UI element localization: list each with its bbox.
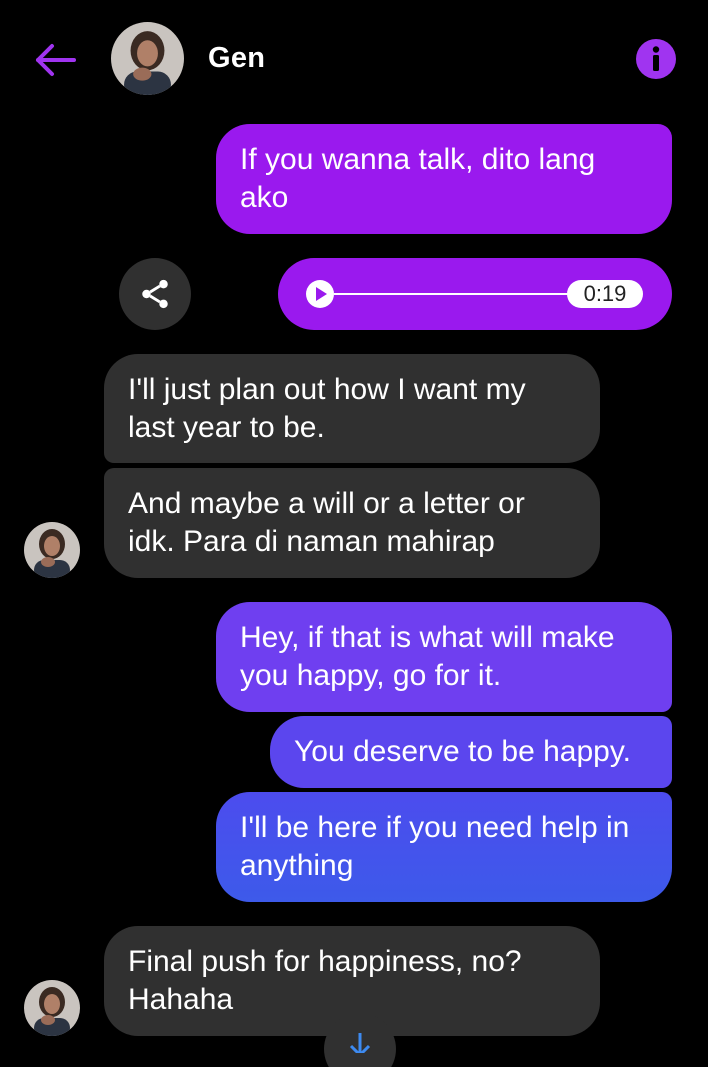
arrow-down-icon xyxy=(349,1033,371,1053)
contact-avatar[interactable] xyxy=(111,22,184,95)
message-text: And maybe a will or a letter or idk. Par… xyxy=(128,487,525,558)
outgoing-message[interactable]: I'll be here if you need help in anythin… xyxy=(216,792,672,902)
chat-header: Gen xyxy=(0,0,708,118)
voice-message[interactable]: 0:19 xyxy=(278,258,672,330)
chat-screen: If you wanna talk, dito lang ako 0:19 I'… xyxy=(0,0,708,1067)
outgoing-message[interactable]: Hey, if that is what will make you happy… xyxy=(216,602,672,712)
incoming-message[interactable]: And maybe a will or a letter or idk. Par… xyxy=(104,468,600,578)
avatar-image xyxy=(111,22,184,95)
message-text: I'll just plan out how I want my last ye… xyxy=(128,372,526,444)
outgoing-message[interactable]: If you wanna talk, dito lang ako xyxy=(216,124,672,234)
contact-name[interactable]: Gen xyxy=(208,42,265,75)
voice-duration: 0:19 xyxy=(567,280,643,308)
share-icon xyxy=(142,279,168,309)
avatar-image xyxy=(24,980,80,1036)
message-text: Hey, if that is what will make you happy… xyxy=(240,621,615,692)
message-text: Final push for happiness, no? Hahaha xyxy=(128,945,522,1016)
message-text: You deserve to be happy. xyxy=(294,735,631,768)
outgoing-message[interactable]: You deserve to be happy. xyxy=(270,716,672,788)
message-text: I'll be here if you need help in anythin… xyxy=(240,811,630,882)
avatar-image xyxy=(24,522,80,578)
incoming-message[interactable]: I'll just plan out how I want my last ye… xyxy=(104,354,600,463)
sender-avatar[interactable] xyxy=(24,980,80,1036)
play-icon[interactable] xyxy=(306,280,334,308)
arrow-left-icon xyxy=(36,44,76,76)
info-button[interactable] xyxy=(635,38,677,80)
info-icon xyxy=(636,39,676,79)
back-button[interactable] xyxy=(32,38,78,82)
sender-avatar[interactable] xyxy=(24,522,80,578)
message-text: If you wanna talk, dito lang ako xyxy=(240,143,596,214)
share-button[interactable] xyxy=(119,258,191,330)
voice-progress-track[interactable] xyxy=(334,293,574,295)
